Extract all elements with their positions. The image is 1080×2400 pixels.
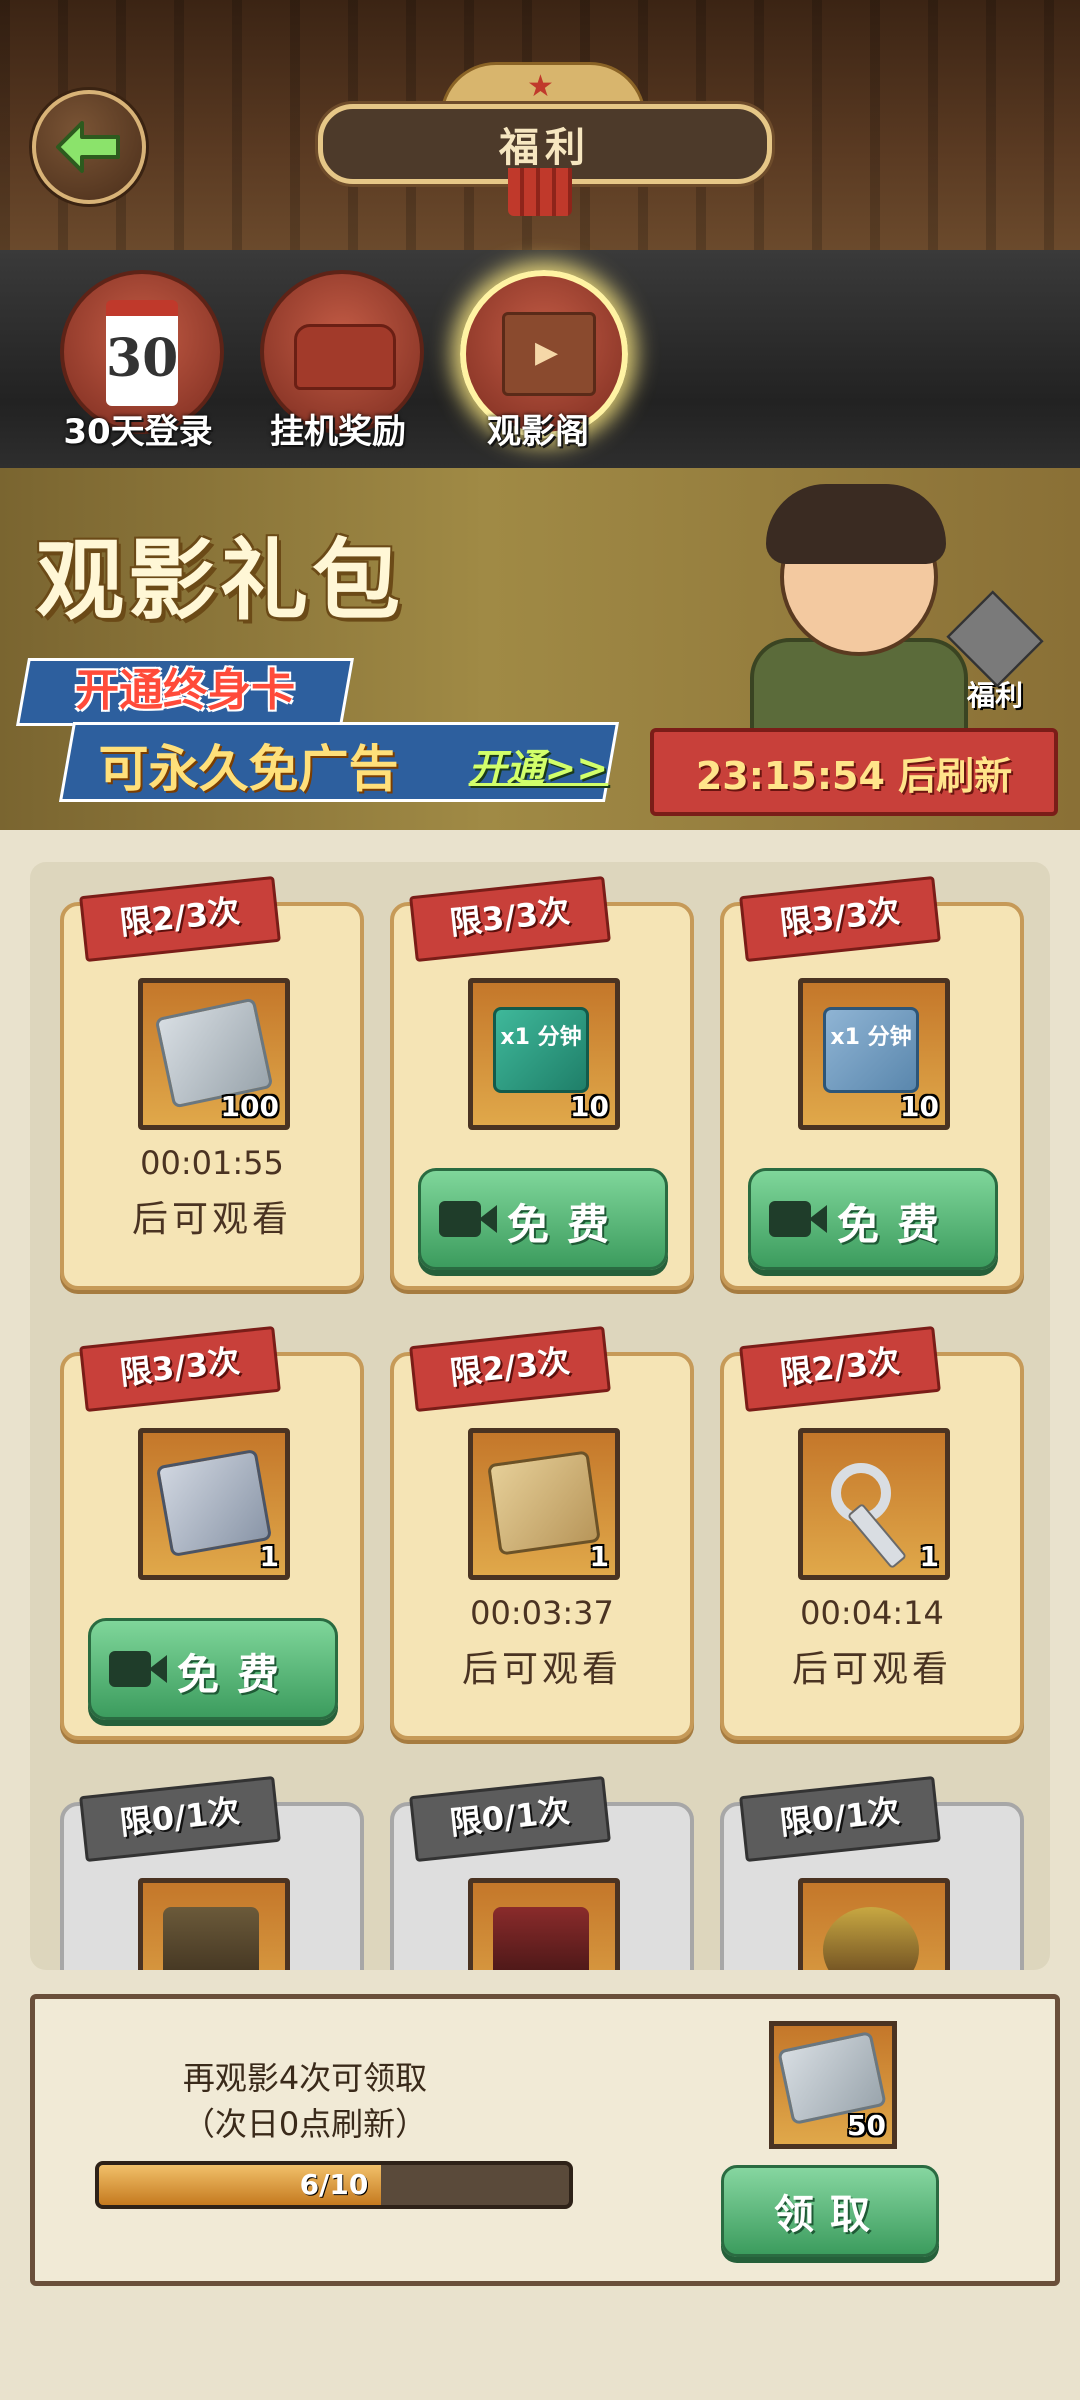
promo-banner: 观影礼包 开通终身卡 可永久免广告 开通>> 福利 23:15:54 后刷新 bbox=[0, 468, 1080, 830]
cooldown-timer: 00:01:55 bbox=[140, 1144, 284, 1182]
page-title: 福利 bbox=[499, 125, 591, 171]
tab-viewing-pavilion[interactable]: 观影阁 bbox=[438, 270, 638, 460]
claim-button[interactable]: 领取 bbox=[721, 2165, 939, 2257]
item-count: 1 bbox=[259, 1540, 279, 1573]
reward-card: 限3/3次 1 免费 bbox=[60, 1325, 364, 1740]
limit-badge: 限2/3次 bbox=[409, 1325, 611, 1413]
limit-badge: 限2/3次 bbox=[739, 1325, 941, 1413]
cooldown-label: 后可观看 bbox=[461, 1649, 622, 1690]
header: ★ 福利 bbox=[0, 0, 1080, 250]
limit-badge: 限3/3次 bbox=[79, 1325, 281, 1413]
item-count: 50 bbox=[847, 2109, 886, 2142]
requirement-line2: （次日0点刷新） bbox=[182, 2105, 428, 2143]
reward-card: 限2/3次 1 00:04:14 后可观看 bbox=[720, 1325, 1024, 1740]
open-link[interactable]: 开通>> bbox=[469, 737, 609, 792]
limit-badge: 限3/3次 bbox=[739, 875, 941, 963]
promo-line2-box: 可永久免广告 开通>> bbox=[58, 722, 620, 802]
item-count: 10 bbox=[570, 1090, 609, 1123]
tab-label: 30天登录 bbox=[63, 412, 213, 452]
map-icon[interactable]: 1 bbox=[468, 1428, 620, 1580]
reward-requirement: 再观影4次可领取 （次日0点刷新） bbox=[95, 2055, 515, 2147]
gift-button[interactable]: 福利 bbox=[940, 590, 1050, 712]
blue-minute-ticket-icon[interactable]: x1 分钟 10 bbox=[798, 978, 950, 1130]
free-button-label: 免费 bbox=[837, 1200, 958, 1249]
back-arrow-icon bbox=[56, 121, 120, 173]
key-icon[interactable]: 1 bbox=[798, 1428, 950, 1580]
cash-bundle-icon[interactable]: 100 bbox=[138, 978, 290, 1130]
cooldown-label: 后可观看 bbox=[131, 1199, 292, 1240]
category-bar: 30 30天登录 挂机奖励 观影阁 bbox=[0, 250, 1080, 468]
reward-card: 限2/3次 100 00:01:55 后可观看 bbox=[60, 875, 364, 1290]
video-camera-icon bbox=[439, 1201, 497, 1237]
star-icon: ★ bbox=[527, 69, 554, 104]
free-button-label: 免费 bbox=[177, 1650, 298, 1699]
limit-badge: 限0/1次 bbox=[739, 1775, 941, 1863]
reward-card-exhausted: 限0/1次 bbox=[720, 1775, 1024, 1970]
claim-label: 领取 bbox=[774, 2192, 886, 2238]
promo-line1: 开通终身卡 bbox=[75, 665, 296, 716]
video-camera-icon bbox=[769, 1201, 827, 1237]
cooldown-timer: 00:04:14 bbox=[800, 1594, 944, 1632]
locked-item-icon[interactable] bbox=[138, 1878, 290, 1970]
limit-badge: 限0/1次 bbox=[409, 1775, 611, 1863]
promo-line1-box: 开通终身卡 bbox=[16, 658, 354, 726]
silver-minute-ticket-icon[interactable]: x1 分钟 10 bbox=[468, 978, 620, 1130]
promo-line2: 可永久免广告 bbox=[98, 740, 399, 798]
refresh-text: 23:15:54 后刷新 bbox=[695, 753, 1013, 798]
reward-card: 限3/3次 x1 分钟 10 免费 bbox=[390, 875, 694, 1290]
item-count: 10 bbox=[900, 1090, 939, 1123]
back-button[interactable] bbox=[32, 90, 146, 204]
title-ribbon-ornament bbox=[508, 168, 572, 216]
tab-label: 观影阁 bbox=[487, 412, 589, 452]
video-camera-icon bbox=[109, 1651, 167, 1687]
watch-ad-free-button[interactable]: 免费 bbox=[418, 1168, 668, 1270]
banner-title: 观影礼包 bbox=[36, 529, 405, 632]
reward-card: 限3/3次 x1 分钟 10 免费 bbox=[720, 875, 1024, 1290]
food-icon[interactable] bbox=[798, 1878, 950, 1970]
id-card-icon[interactable]: 1 bbox=[138, 1428, 290, 1580]
cash-bundle-icon[interactable]: 50 bbox=[769, 2021, 897, 2149]
reward-grid: 限2/3次 100 00:01:55 后可观看 限3/3次 x1 分钟 10 免… bbox=[30, 862, 1050, 1970]
lifetime-card-promo[interactable]: 开通终身卡 可永久免广告 开通>> bbox=[16, 658, 620, 802]
lipstick-icon[interactable] bbox=[468, 1878, 620, 1970]
tab-label: 挂机奖励 bbox=[270, 412, 406, 452]
watch-ad-free-button[interactable]: 免费 bbox=[88, 1618, 338, 1720]
requirement-line1: 再观影4次可领取 bbox=[182, 2059, 428, 2097]
item-count: 1 bbox=[919, 1540, 939, 1573]
cumulative-reward-panel: 再观影4次可领取 （次日0点刷新） 6/10 50 领取 bbox=[30, 1994, 1060, 2286]
tab-idle-reward[interactable]: 挂机奖励 bbox=[238, 270, 438, 460]
tab-30-day-login[interactable]: 30 30天登录 bbox=[38, 270, 238, 460]
refresh-countdown: 23:15:54 后刷新 bbox=[650, 728, 1058, 816]
limit-badge: 限2/3次 bbox=[79, 875, 281, 963]
item-count: 1 bbox=[589, 1540, 609, 1573]
progress-text: 6/10 bbox=[299, 2168, 369, 2201]
free-button-label: 免费 bbox=[507, 1200, 628, 1249]
reward-card-exhausted: 限0/1次 bbox=[60, 1775, 364, 1970]
reward-card: 限2/3次 1 00:03:37 后可观看 bbox=[390, 1325, 694, 1740]
limit-badge: 限3/3次 bbox=[409, 875, 611, 963]
watch-ad-free-button[interactable]: 免费 bbox=[748, 1168, 998, 1270]
item-count: 100 bbox=[220, 1090, 279, 1123]
cooldown-timer: 00:03:37 bbox=[470, 1594, 614, 1632]
progress-bar: 6/10 bbox=[95, 2161, 573, 2209]
cooldown-label: 后可观看 bbox=[791, 1649, 952, 1690]
reward-card-exhausted: 限0/1次 bbox=[390, 1775, 694, 1970]
limit-badge: 限0/1次 bbox=[79, 1775, 281, 1863]
